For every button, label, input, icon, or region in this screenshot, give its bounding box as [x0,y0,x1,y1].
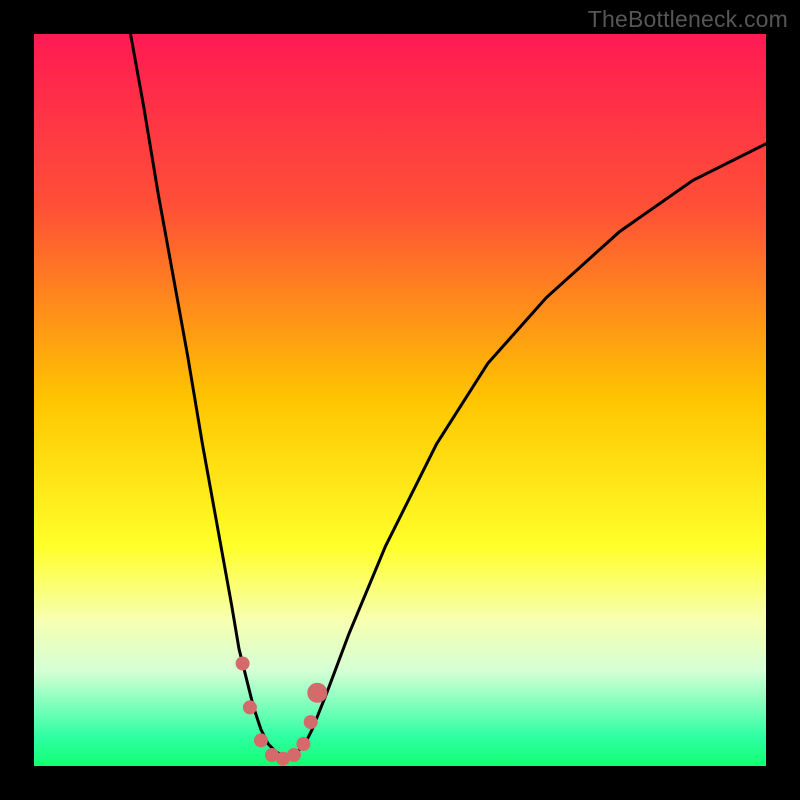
plot-area [34,34,766,766]
watermark-text: TheBottleneck.com [588,6,788,33]
marker-point [307,683,327,703]
chart-frame: TheBottleneck.com [0,0,800,800]
marker-point [287,748,301,762]
marker-point [304,715,318,729]
marker-point [296,737,310,751]
chart-svg [34,34,766,766]
marker-point [254,733,268,747]
gradient-background [34,34,766,766]
marker-point [243,700,257,714]
marker-point [236,657,250,671]
